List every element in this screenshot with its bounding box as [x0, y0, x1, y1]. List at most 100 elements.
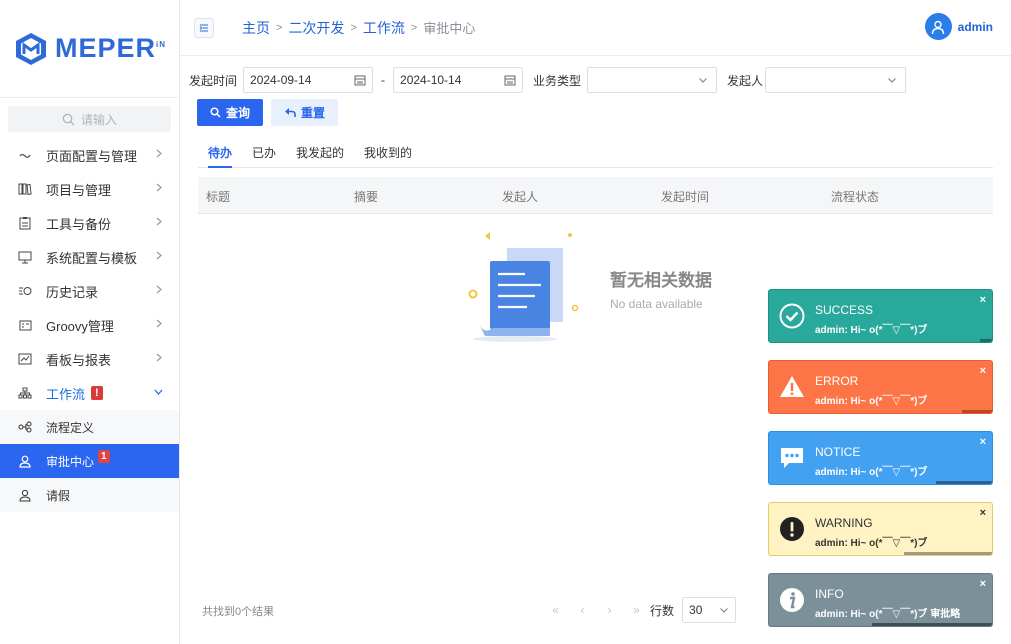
- sidebar-item-groovy[interactable]: Groovy管理: [0, 308, 179, 342]
- sidebar-item-label: 工作流: [46, 386, 86, 402]
- toast-close-button[interactable]: ×: [980, 294, 986, 306]
- brand-name: MEPERiN: [54, 33, 167, 63]
- first-page-button[interactable]: «: [542, 603, 569, 617]
- user-menu[interactable]: admin: [924, 13, 993, 40]
- workflow-submenu: 流程定义 审批中心 1 请假: [0, 410, 179, 512]
- sidebar-toggle-button[interactable]: [194, 17, 214, 38]
- prev-page-button[interactable]: ‹: [569, 603, 596, 617]
- rows-per-page-select[interactable]: 30: [682, 597, 737, 623]
- column-header-summary[interactable]: 摘要: [354, 188, 378, 205]
- submenu-item-label: 流程定义: [46, 420, 95, 435]
- clipboard-icon: [18, 216, 32, 230]
- toast-notice[interactable]: NOTICE admin: Hi~ o(*￣▽￣*)ブ ×: [768, 431, 993, 485]
- sidebar-item-dashboard-reports[interactable]: 看板与报表: [0, 342, 179, 376]
- card-icon: [18, 318, 32, 332]
- toast-warning[interactable]: WARNING admin: Hi~ o(*￣▽￣*)ブ ×: [768, 502, 993, 556]
- chevron-right-icon: [156, 319, 162, 328]
- logo[interactable]: MEPERiN: [0, 0, 179, 98]
- breadcrumb-separator: >: [276, 21, 283, 34]
- breadcrumb-workflow[interactable]: 工作流: [363, 18, 405, 38]
- sidebar-item-projects[interactable]: 项目与管理: [0, 172, 179, 206]
- toast-success[interactable]: SUCCESS admin: Hi~ o(*￣▽￣*)ブ ×: [768, 289, 993, 343]
- reset-button-label: 重置: [301, 106, 326, 120]
- username[interactable]: admin: [958, 20, 993, 34]
- search-icon: [62, 113, 75, 126]
- empty-document-icon: [468, 232, 579, 342]
- action-buttons: 查询 重置: [197, 99, 339, 126]
- breadcrumb-dev[interactable]: 二次开发: [288, 18, 344, 38]
- submenu-item-label: 请假: [46, 488, 71, 503]
- toast-progress-bar: [904, 552, 992, 555]
- initiator-select[interactable]: [765, 67, 907, 93]
- books-icon: [18, 182, 32, 196]
- tab-received[interactable]: 我收到的: [354, 136, 422, 167]
- pagination: « ‹ › » 行数 30: [542, 597, 737, 623]
- tab-todo[interactable]: 待办: [198, 136, 242, 168]
- toast-close-button[interactable]: ×: [980, 578, 986, 590]
- next-page-button[interactable]: ›: [596, 603, 623, 617]
- tab-initiated[interactable]: 我发起的: [286, 136, 354, 167]
- sidebar-item-page-config[interactable]: 页面配置与管理: [0, 138, 179, 172]
- breadcrumb-separator: >: [410, 21, 418, 34]
- chevron-down-icon: [154, 389, 163, 395]
- org-tree-icon: [18, 386, 32, 400]
- start-date-input[interactable]: 2024-09-14: [243, 67, 374, 93]
- count-badge: 1: [98, 449, 110, 463]
- toast-message: admin: Hi~ o(*￣▽￣*)ブ: [815, 467, 928, 478]
- initiator-label: 发起人: [727, 73, 764, 88]
- toast-close-button[interactable]: ×: [980, 365, 986, 377]
- toast-progress-bar: [872, 623, 992, 626]
- toast-progress-bar: [962, 410, 992, 413]
- toast-error[interactable]: ERROR admin: Hi~ o(*￣▽￣*)ブ ×: [768, 360, 993, 414]
- chevron-right-icon: [156, 285, 162, 294]
- breadcrumb-home[interactable]: 主页: [242, 18, 270, 38]
- column-header-initiator[interactable]: 发起人: [502, 188, 538, 205]
- empty-state: 暂无相关数据 No data available: [468, 228, 730, 348]
- chevron-right-icon: [156, 251, 162, 260]
- reset-button[interactable]: 重置: [271, 99, 339, 126]
- chevron-down-icon: [699, 78, 707, 83]
- toast-close-button[interactable]: ×: [980, 507, 986, 519]
- sidebar-item-system-config[interactable]: 系统配置与模板: [0, 240, 179, 274]
- column-header-start-time[interactable]: 发起时间: [661, 188, 709, 205]
- business-type-label: 业务类型: [533, 73, 582, 88]
- toast-info[interactable]: INFO admin: Hi~ o(*￣▽￣*)ブ 审批略 ×: [768, 573, 993, 627]
- user-icon: [18, 454, 32, 468]
- sidebar-item-workflow[interactable]: 工作流 !: [0, 376, 179, 410]
- end-date-input[interactable]: 2024-10-14: [393, 67, 524, 93]
- column-header-title[interactable]: 标题: [206, 188, 230, 205]
- sidebar-item-label: 项目与管理: [46, 182, 112, 198]
- users-icon: [18, 488, 32, 502]
- query-button[interactable]: 查询: [197, 99, 264, 126]
- history-icon: [18, 284, 32, 298]
- breadcrumb: 主页 > 二次开发 > 工作流 > 审批中心: [242, 18, 475, 38]
- submenu-item-approval-center[interactable]: 审批中心 1: [0, 444, 179, 478]
- logo-mark-icon: [15, 32, 46, 65]
- submenu-item-leave[interactable]: 请假: [0, 478, 179, 512]
- toast-progress-bar: [980, 339, 992, 342]
- sidebar-item-tools-backup[interactable]: 工具与备份: [0, 206, 179, 240]
- chart-board-icon: [18, 352, 32, 366]
- calendar-icon: [504, 75, 516, 86]
- column-header-status[interactable]: 流程状态: [831, 188, 879, 205]
- toast-close-button[interactable]: ×: [980, 436, 986, 448]
- menu-search-input[interactable]: 请输入: [8, 106, 171, 132]
- calendar-icon: [354, 75, 366, 86]
- search-placeholder: 请输入: [80, 112, 117, 127]
- sidebar-item-label: 页面配置与管理: [46, 148, 138, 164]
- avatar[interactable]: [924, 13, 952, 40]
- submenu-item-process-definition[interactable]: 流程定义: [0, 410, 179, 444]
- sidebar-item-history[interactable]: 历史记录: [0, 274, 179, 308]
- monitor-icon: [18, 250, 32, 264]
- top-header: 主页 > 二次开发 > 工作流 > 审批中心 admin: [180, 0, 1011, 56]
- tab-done[interactable]: 已办: [242, 136, 286, 167]
- warning-triangle-icon: [780, 376, 804, 397]
- breadcrumb-current: 审批中心: [423, 21, 476, 36]
- table-header: 标题 摘要 发起人 发起时间 流程状态: [198, 177, 993, 214]
- sidebar-item-label: 看板与报表: [46, 352, 112, 368]
- user-avatar-icon: [931, 20, 945, 34]
- last-page-button[interactable]: »: [623, 603, 650, 617]
- check-circle-icon: [779, 303, 805, 329]
- business-type-select[interactable]: [587, 67, 718, 93]
- tab-bar: 待办 已办 我发起的 我收到的: [198, 136, 993, 168]
